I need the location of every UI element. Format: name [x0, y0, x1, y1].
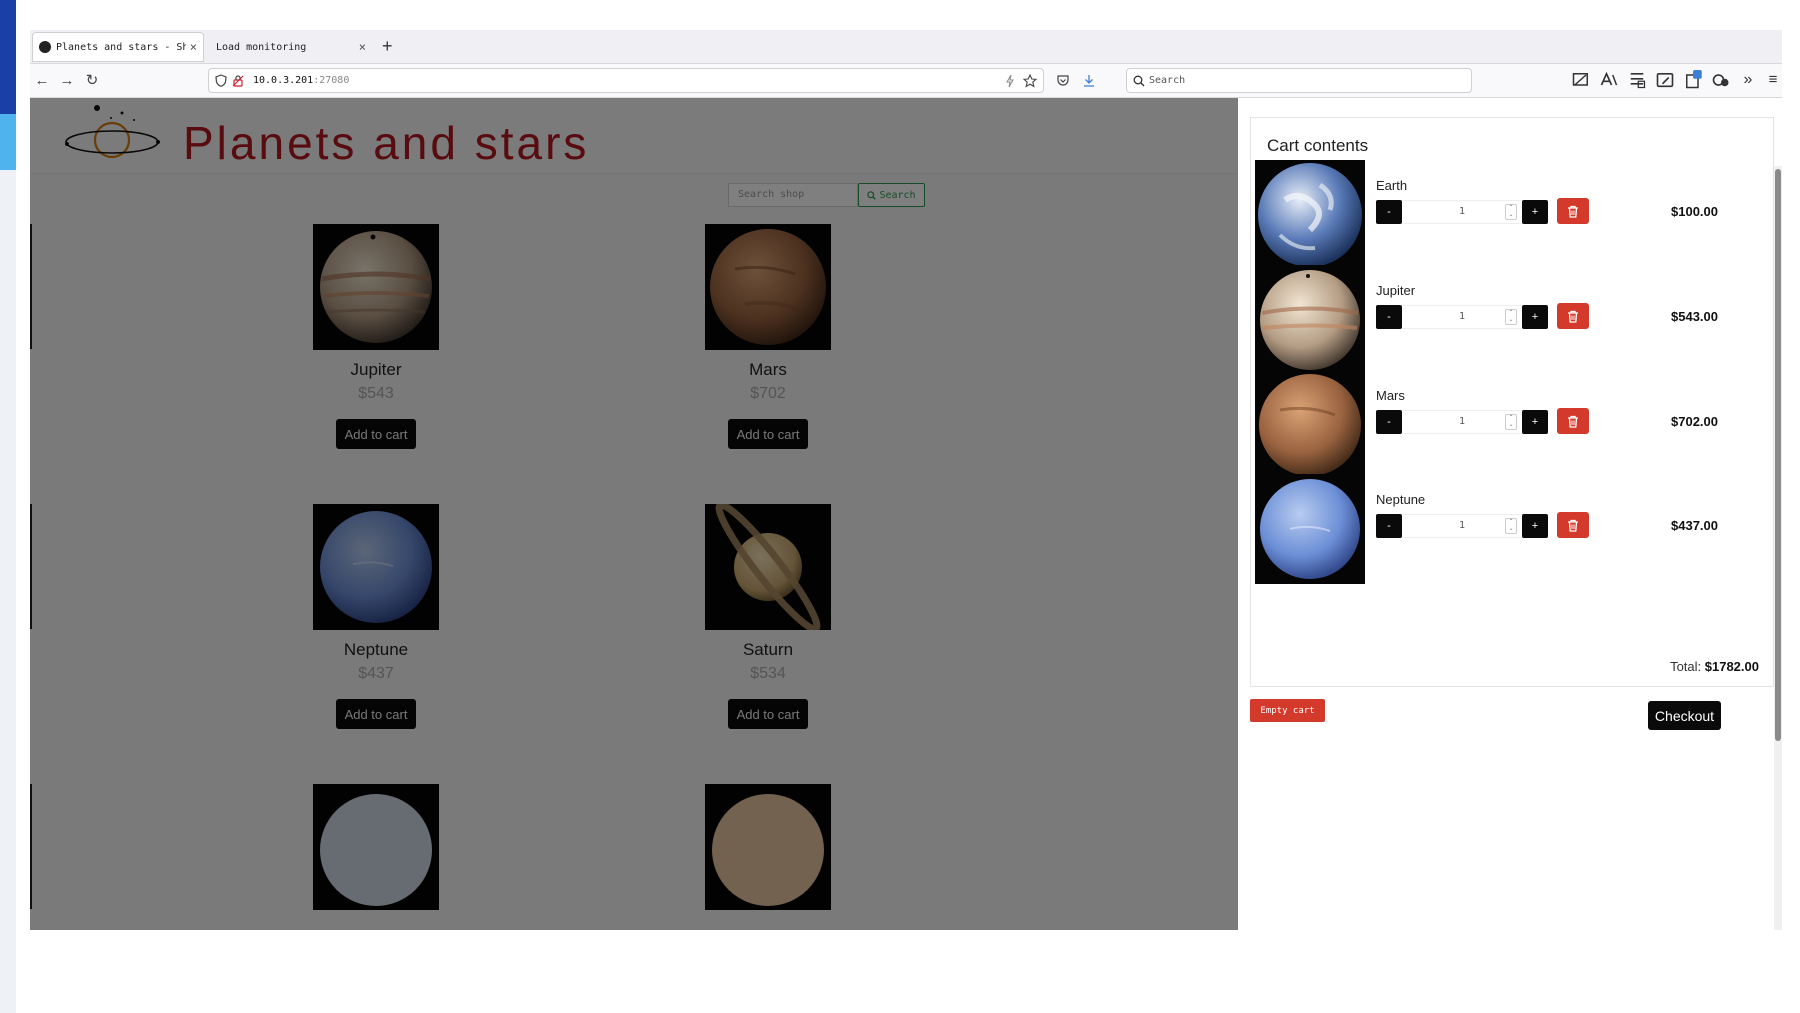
url-port: :27080 — [313, 75, 350, 86]
cart-item-mars: Mars - 1 ⌃ ⌄ + $702.00 — [1251, 370, 1773, 482]
navigation-bar: ← → ↻ 10.0.3.201:27080 Search » ≡ — [30, 64, 1782, 98]
trash-icon — [1568, 519, 1578, 532]
site-favicon-icon — [39, 41, 51, 53]
url-text: 10.0.3.201:27080 — [253, 75, 349, 86]
tab-label: Planets and stars - Shop — [56, 41, 186, 53]
bookmark-star-icon[interactable] — [1023, 74, 1037, 88]
url-host: 10.0.3.201 — [253, 75, 314, 86]
remove-item-button[interactable] — [1557, 198, 1589, 224]
quantity-input[interactable]: 1 — [1402, 200, 1522, 224]
trash-icon — [1568, 205, 1578, 218]
hamburger-menu-icon[interactable]: ≡ — [1763, 70, 1782, 90]
cart-item-jupiter: Jupiter - 1 ⌃ ⌄ + $543.00 — [1251, 265, 1773, 377]
cart-total-label: Total: — [1670, 659, 1702, 674]
increase-quantity-button[interactable]: + — [1522, 410, 1548, 434]
shop-page: Planets and stars Search shop Search — [30, 98, 1238, 930]
tab-load-monitoring[interactable]: Load monitoring × — [210, 32, 372, 62]
scrollbar-thumb[interactable] — [1775, 169, 1781, 741]
cart-item-neptune: Neptune - 1 ⌃ ⌄ + $437.00 — [1251, 474, 1773, 586]
download-icon[interactable] — [1082, 74, 1096, 88]
mars-image — [1259, 374, 1361, 476]
trash-icon — [1568, 310, 1578, 323]
close-icon[interactable]: × — [359, 40, 366, 54]
extension-badge-icon[interactable] — [1683, 70, 1703, 90]
remove-item-button[interactable] — [1557, 408, 1589, 434]
modal-backdrop[interactable] — [30, 98, 1238, 930]
search-icon — [1133, 75, 1145, 87]
cart-item-name: Jupiter — [1376, 283, 1416, 298]
os-sidebar-gray — [0, 170, 16, 1013]
extension-translate-icon[interactable] — [1599, 70, 1619, 90]
neptune-image — [1260, 479, 1360, 579]
increase-quantity-button[interactable]: + — [1522, 305, 1548, 329]
tab-label: Load monitoring — [216, 41, 307, 53]
cart-total-value: $1782.00 — [1704, 659, 1759, 674]
cart-item-price: $543.00 — [1671, 309, 1718, 324]
browser-search-placeholder: Search — [1149, 75, 1186, 86]
cart-panel: Cart contents Earth - 1 ⌃ ⌄ + $100.00 Ju… — [1238, 98, 1782, 930]
quantity-input[interactable]: 1 — [1402, 514, 1522, 538]
more-tools-icon[interactable]: » — [1738, 70, 1758, 90]
close-icon[interactable]: × — [190, 40, 197, 54]
cart-item-image — [1255, 474, 1365, 584]
increase-quantity-button[interactable]: + — [1522, 200, 1548, 224]
extension-list-icon[interactable] — [1627, 70, 1647, 90]
extension-puzzle-icon[interactable] — [1711, 70, 1731, 90]
cart-item-image — [1255, 370, 1365, 480]
cart-item-price: $437.00 — [1671, 518, 1718, 533]
trash-icon — [1568, 415, 1578, 428]
quantity-spinner-icon[interactable]: ⌃ ⌄ — [1505, 204, 1517, 220]
tab-shop[interactable]: Planets and stars - Shop × — [32, 32, 204, 62]
quantity-spinner-icon[interactable]: ⌃ ⌄ — [1505, 518, 1517, 534]
pocket-icon[interactable] — [1056, 74, 1070, 88]
increase-quantity-button[interactable]: + — [1522, 514, 1548, 538]
forward-button[interactable]: → — [56, 70, 78, 92]
cart-item-image — [1255, 160, 1365, 270]
cart-item-price: $702.00 — [1671, 414, 1718, 429]
jupiter-image — [1260, 270, 1360, 370]
cart-item-image — [1255, 265, 1365, 375]
empty-cart-button[interactable]: Empty cart — [1250, 699, 1325, 722]
cart-item-name: Earth — [1376, 178, 1408, 193]
quantity-spinner-icon[interactable]: ⌃ ⌄ — [1505, 414, 1517, 430]
insecure-lock-icon — [232, 75, 244, 87]
browser-window: Planets and stars - Shop × Load monitori… — [30, 30, 1782, 930]
cart-item-price: $100.00 — [1671, 204, 1718, 219]
url-bar[interactable]: 10.0.3.201:27080 — [208, 68, 1044, 93]
new-tab-button[interactable]: + — [382, 36, 393, 57]
tab-bar: Planets and stars - Shop × Load monitori… — [30, 30, 1782, 64]
decrease-quantity-button[interactable]: - — [1376, 200, 1402, 224]
quantity-spinner-icon[interactable]: ⌃ ⌄ — [1505, 309, 1517, 325]
browser-search-bar[interactable]: Search — [1126, 68, 1472, 93]
cart-contents-box: Cart contents Earth - 1 ⌃ ⌄ + $100.00 Ju… — [1250, 117, 1774, 687]
quantity-input[interactable]: 1 — [1402, 410, 1522, 434]
decrease-quantity-button[interactable]: - — [1376, 305, 1402, 329]
os-sidebar-light — [0, 114, 16, 170]
os-sidebar-dark — [0, 0, 16, 114]
cart-title: Cart contents — [1267, 136, 1369, 155]
cart-item-name: Mars — [1376, 388, 1405, 403]
page-viewport: Planets and stars Search shop Search — [30, 98, 1782, 930]
shield-icon — [215, 74, 227, 87]
cart-item-earth: Earth - 1 ⌃ ⌄ + $100.00 — [1251, 160, 1773, 272]
earth-image — [1258, 163, 1362, 267]
decrease-quantity-button[interactable]: - — [1376, 410, 1402, 434]
lightning-icon[interactable] — [1005, 74, 1015, 88]
extension-edit-icon[interactable] — [1655, 70, 1675, 90]
quantity-input[interactable]: 1 — [1402, 305, 1522, 329]
decrease-quantity-button[interactable]: - — [1376, 514, 1402, 538]
extension-scissors-icon[interactable] — [1571, 70, 1591, 90]
remove-item-button[interactable] — [1557, 512, 1589, 538]
reload-button[interactable]: ↻ — [81, 70, 103, 92]
checkout-button[interactable]: Checkout — [1648, 701, 1721, 730]
cart-total: Total: $1782.00 — [1670, 659, 1759, 674]
cart-item-name: Neptune — [1376, 492, 1426, 507]
remove-item-button[interactable] — [1557, 303, 1589, 329]
scrollbar[interactable] — [1774, 166, 1782, 930]
back-button[interactable]: ← — [31, 70, 53, 92]
screen: Planets and stars - Shop × Load monitori… — [0, 0, 1800, 1013]
